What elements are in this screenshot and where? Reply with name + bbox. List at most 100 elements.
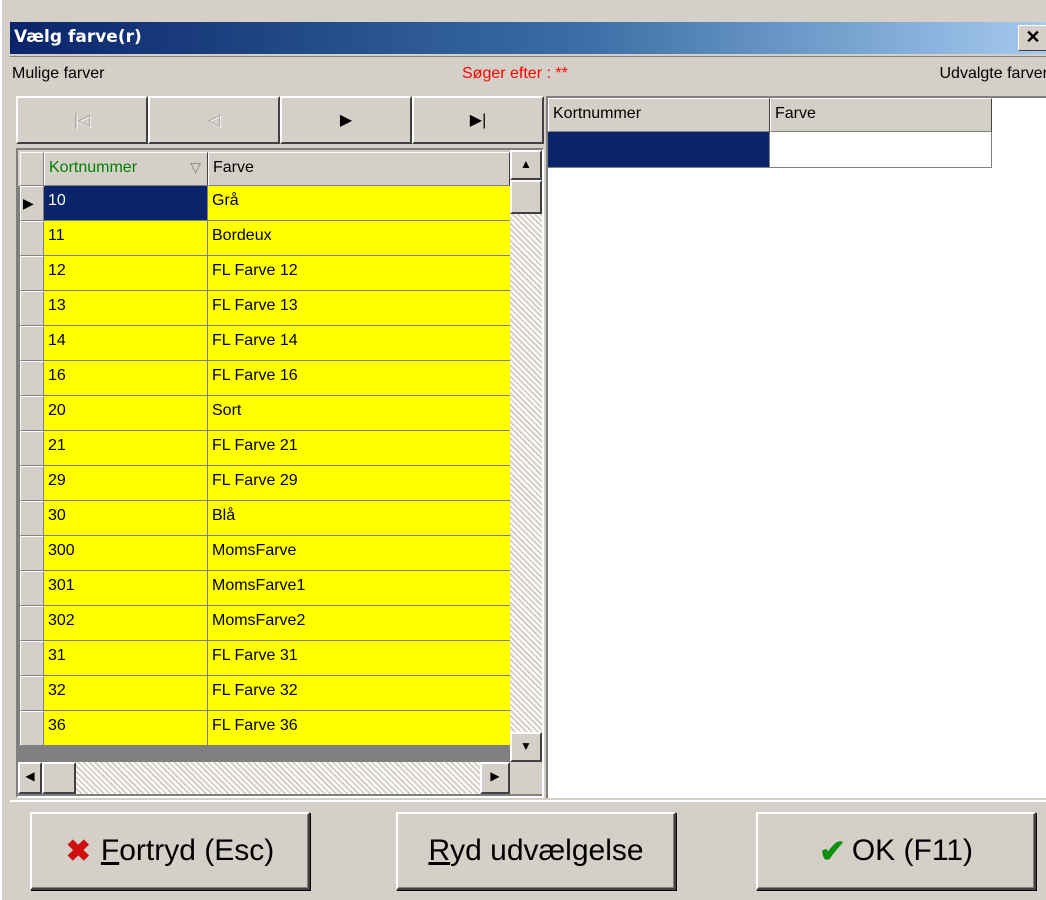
table-row[interactable]: ▶ 10 Grå: [18, 186, 510, 221]
row-indicator[interactable]: [20, 641, 44, 676]
row-indicator[interactable]: [20, 221, 44, 256]
row-indicator[interactable]: [20, 536, 44, 571]
row-indicator[interactable]: [20, 501, 44, 536]
cell-farve[interactable]: FL Farve 29: [208, 466, 510, 501]
cell-farve[interactable]: FL Farve 14: [208, 326, 510, 361]
selected-column-header-farve[interactable]: Farve: [770, 98, 992, 132]
row-indicator[interactable]: ▶: [20, 186, 44, 221]
indicator-header: [20, 152, 44, 186]
prior-record-button[interactable]: ◁: [148, 96, 280, 144]
cell-kortnummer[interactable]: 30: [44, 501, 208, 536]
table-row[interactable]: 12 FL Farve 12: [18, 256, 510, 291]
cell-farve[interactable]: FL Farve 31: [208, 641, 510, 676]
row-indicator[interactable]: [20, 711, 44, 746]
table-row[interactable]: 20 Sort: [18, 396, 510, 431]
cell-kortnummer[interactable]: 10: [44, 186, 208, 221]
column-header-farve[interactable]: Farve: [208, 152, 510, 186]
column-header-kortnummer[interactable]: Kortnummer ▽: [44, 152, 208, 186]
table-row[interactable]: 301 MomsFarve1: [18, 571, 510, 606]
row-indicator[interactable]: [20, 256, 44, 291]
cell-kortnummer[interactable]: 14: [44, 326, 208, 361]
selected-cell-kortnummer[interactable]: [548, 132, 770, 168]
clear-selection-button[interactable]: Ryd udvælgelse: [396, 812, 676, 890]
cell-kortnummer[interactable]: 300: [44, 536, 208, 571]
table-row[interactable]: 14 FL Farve 14: [18, 326, 510, 361]
row-indicator[interactable]: [20, 466, 44, 501]
row-indicator[interactable]: [20, 571, 44, 606]
table-row[interactable]: 300 MomsFarve: [18, 536, 510, 571]
cell-kortnummer[interactable]: 20: [44, 396, 208, 431]
next-record-button[interactable]: ▶: [280, 96, 412, 144]
cell-farve[interactable]: MomsFarve2: [208, 606, 510, 641]
table-row[interactable]: 13 FL Farve 13: [18, 291, 510, 326]
cell-kortnummer[interactable]: 36: [44, 711, 208, 746]
cell-farve[interactable]: MomsFarve: [208, 536, 510, 571]
cell-farve[interactable]: Sort: [208, 396, 510, 431]
close-button[interactable]: ✕: [1018, 25, 1046, 51]
table-row[interactable]: 16 FL Farve 16: [18, 361, 510, 396]
cell-kortnummer[interactable]: 31: [44, 641, 208, 676]
row-indicator[interactable]: [20, 431, 44, 466]
cell-farve[interactable]: Bordeux: [208, 221, 510, 256]
horizontal-scrollbar[interactable]: ◀ ▶: [18, 762, 510, 794]
x-icon: ✖: [65, 834, 91, 868]
vertical-scrollbar[interactable]: ▲ ▼: [510, 150, 542, 762]
header-strip: Mulige farver Søger efter : ** Udvalgte …: [10, 56, 1046, 90]
table-row[interactable]: 36 FL Farve 36: [18, 711, 510, 746]
scroll-up-button[interactable]: ▲: [510, 150, 542, 180]
selected-colors-label: Udvalgte farver: [939, 65, 1046, 82]
selected-colors-grid[interactable]: Kortnummer Farve: [546, 96, 1046, 798]
cell-kortnummer[interactable]: 301: [44, 571, 208, 606]
horizontal-scroll-thumb[interactable]: [42, 762, 76, 794]
scroll-down-button[interactable]: ▼: [510, 732, 542, 762]
vertical-scroll-thumb[interactable]: [510, 180, 542, 214]
last-record-button[interactable]: ▶|: [412, 96, 544, 144]
first-record-button[interactable]: |◁: [16, 96, 148, 144]
first-record-icon: |◁: [73, 112, 91, 129]
cell-farve[interactable]: Grå: [208, 186, 510, 221]
table-row[interactable]: 29 FL Farve 29: [18, 466, 510, 501]
table-row[interactable]: 302 MomsFarve2: [18, 606, 510, 641]
last-record-icon: ▶|: [469, 112, 487, 129]
cell-farve[interactable]: Blå: [208, 501, 510, 536]
cell-kortnummer[interactable]: 302: [44, 606, 208, 641]
ok-button[interactable]: ✔ OK (F11): [756, 812, 1036, 890]
available-colors-grid[interactable]: Kortnummer ▽ Farve ▶ 10 Grå 11 Bordeux 12 FL F…: [16, 148, 544, 798]
sort-down-icon: ▽: [190, 159, 201, 175]
cell-farve[interactable]: FL Farve 12: [208, 256, 510, 291]
row-indicator[interactable]: [20, 291, 44, 326]
cell-kortnummer[interactable]: 29: [44, 466, 208, 501]
available-colors-label: Mulige farver: [12, 65, 105, 82]
table-row[interactable]: 30 Blå: [18, 501, 510, 536]
selected-cell-farve[interactable]: [770, 132, 992, 168]
row-indicator[interactable]: [20, 361, 44, 396]
table-row[interactable]: 31 FL Farve 31: [18, 641, 510, 676]
table-row[interactable]: 21 FL Farve 21: [18, 431, 510, 466]
cell-farve[interactable]: FL Farve 32: [208, 676, 510, 711]
cell-kortnummer[interactable]: 16: [44, 361, 208, 396]
row-indicator[interactable]: [20, 326, 44, 361]
checkmark-icon: ✔: [819, 833, 846, 869]
row-indicator[interactable]: [20, 396, 44, 431]
row-indicator[interactable]: [20, 606, 44, 641]
record-navigator: |◁ ◁ ▶ ▶|: [16, 96, 544, 144]
cell-farve[interactable]: MomsFarve1: [208, 571, 510, 606]
selected-column-header-kortnummer[interactable]: Kortnummer: [548, 98, 770, 132]
cell-kortnummer[interactable]: 11: [44, 221, 208, 256]
cell-farve[interactable]: FL Farve 16: [208, 361, 510, 396]
row-indicator[interactable]: [20, 676, 44, 711]
table-row[interactable]: 32 FL Farve 32: [18, 676, 510, 711]
cell-kortnummer[interactable]: 12: [44, 256, 208, 291]
table-row[interactable]: 11 Bordeux: [18, 221, 510, 256]
cell-kortnummer[interactable]: 32: [44, 676, 208, 711]
cancel-button[interactable]: ✖ Fortryd (Esc): [30, 812, 310, 890]
button-bar: ✖ Fortryd (Esc) Ryd udvælgelse ✔ OK (F11…: [10, 800, 1046, 900]
cell-farve[interactable]: FL Farve 13: [208, 291, 510, 326]
scroll-left-button[interactable]: ◀: [18, 762, 42, 794]
scroll-right-button[interactable]: ▶: [480, 762, 510, 794]
cell-kortnummer[interactable]: 21: [44, 431, 208, 466]
cell-farve[interactable]: FL Farve 21: [208, 431, 510, 466]
cell-kortnummer[interactable]: 13: [44, 291, 208, 326]
title-bar[interactable]: Vælg farve(r) ✕: [10, 22, 1046, 54]
cell-farve[interactable]: FL Farve 36: [208, 711, 510, 746]
